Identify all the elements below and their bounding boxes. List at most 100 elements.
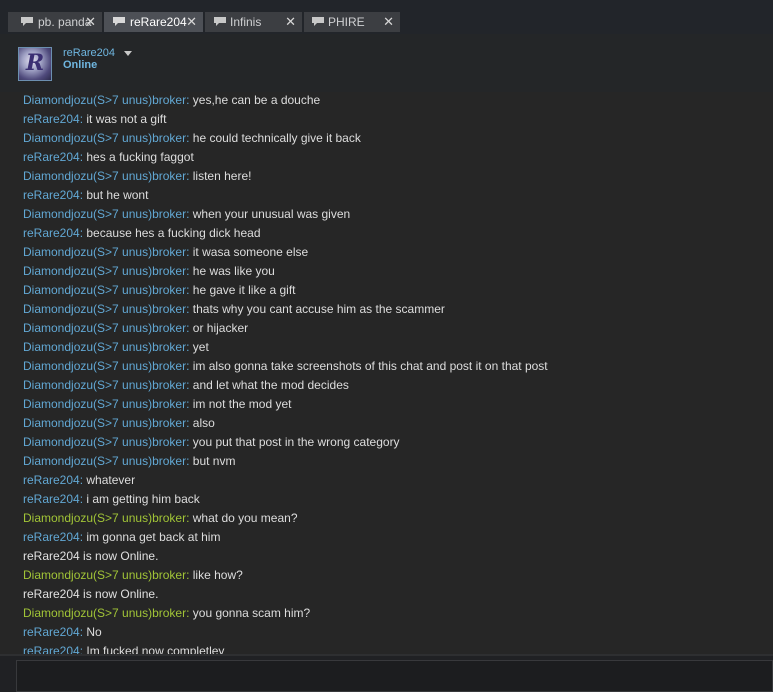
message-sender[interactable]: reRare204 bbox=[23, 644, 80, 654]
message-sender[interactable]: Diamondjozu(S>7 unus)broker bbox=[23, 169, 186, 183]
message-sender[interactable]: Diamondjozu(S>7 unus)broker bbox=[23, 606, 186, 620]
message-sender[interactable]: Diamondjozu(S>7 unus)broker bbox=[23, 207, 186, 221]
message-sender[interactable]: Diamondjozu(S>7 unus)broker bbox=[23, 302, 186, 316]
message-sender[interactable]: reRare204 bbox=[23, 226, 80, 240]
chat-message: Diamondjozu(S>7 unus)broker: you put tha… bbox=[23, 433, 400, 452]
message-sender[interactable]: Diamondjozu(S>7 unus)broker bbox=[23, 454, 186, 468]
sender-separator: : bbox=[186, 169, 193, 183]
sender-separator: : bbox=[186, 416, 193, 430]
message-sender[interactable]: Diamondjozu(S>7 unus)broker bbox=[23, 568, 186, 582]
message-sender[interactable]: Diamondjozu(S>7 unus)broker bbox=[23, 359, 186, 373]
message-sender[interactable]: Diamondjozu(S>7 unus)broker bbox=[23, 378, 186, 392]
message-sender[interactable]: Diamondjozu(S>7 unus)broker bbox=[23, 435, 186, 449]
message-text: listen here! bbox=[192, 169, 252, 183]
close-icon[interactable]: ✕ bbox=[85, 12, 96, 32]
message-sender[interactable]: Diamondjozu(S>7 unus)broker bbox=[23, 245, 186, 259]
chat-message: Diamondjozu(S>7 unus)broker: thats why y… bbox=[23, 300, 445, 319]
message-text: hes a fucking faggot bbox=[86, 150, 194, 164]
message-sender[interactable]: Diamondjozu(S>7 unus)broker bbox=[23, 283, 186, 297]
chat-message: Diamondjozu(S>7 unus)broker: yet bbox=[23, 338, 209, 357]
sender-separator: : bbox=[186, 568, 193, 582]
message-text: you gonna scam him? bbox=[192, 606, 311, 620]
message-sender[interactable]: reRare204 bbox=[23, 112, 80, 126]
chat-message: Diamondjozu(S>7 unus)broker: he could te… bbox=[23, 129, 361, 148]
tab-pb-panda[interactable]: pb. panda ✕ bbox=[8, 12, 102, 32]
sender-separator: : bbox=[186, 207, 193, 221]
message-sender[interactable]: Diamondjozu(S>7 unus)broker bbox=[23, 511, 186, 525]
tab-label: PHIRE bbox=[328, 15, 365, 29]
system-message: reRare204 is now Online. bbox=[23, 585, 158, 604]
message-sender[interactable]: reRare204 bbox=[23, 473, 80, 487]
message-text: but nvm bbox=[192, 454, 236, 468]
tab-phire[interactable]: PHIRE ✕ bbox=[304, 12, 400, 32]
message-text: yes,he can be a douche bbox=[192, 93, 321, 107]
chevron-down-icon[interactable] bbox=[124, 51, 132, 56]
sender-separator: : bbox=[186, 302, 193, 316]
message-text: like how? bbox=[192, 568, 243, 582]
message-input[interactable] bbox=[16, 660, 773, 692]
tab-rerare204[interactable]: reRare204 ✕ bbox=[104, 12, 203, 32]
message-sender[interactable]: Diamondjozu(S>7 unus)broker bbox=[23, 93, 186, 107]
tab-infinis[interactable]: Infinis ✕ bbox=[205, 12, 302, 32]
message-sender[interactable]: Diamondjozu(S>7 unus)broker bbox=[23, 416, 186, 430]
sender-separator: : bbox=[186, 321, 193, 335]
chat-bubble-icon bbox=[214, 17, 226, 26]
message-text: what do you mean? bbox=[192, 511, 298, 525]
sender-separator: : bbox=[186, 454, 193, 468]
message-sender[interactable]: reRare204 bbox=[23, 625, 80, 639]
chat-message: reRare204: but he wont bbox=[23, 186, 148, 205]
message-text: im not the mod yet bbox=[192, 397, 292, 411]
message-sender[interactable]: Diamondjozu(S>7 unus)broker bbox=[23, 264, 186, 278]
chat-bubble-icon bbox=[312, 17, 324, 26]
chat-message: Diamondjozu(S>7 unus)broker: im also gon… bbox=[23, 357, 548, 376]
tab-label: reRare204 bbox=[130, 15, 187, 29]
message-sender[interactable]: reRare204 bbox=[23, 150, 80, 164]
message-text: because hes a fucking dick head bbox=[86, 226, 261, 240]
chat-message: Diamondjozu(S>7 unus)broker: but nvm bbox=[23, 452, 235, 471]
chat-message: Diamondjozu(S>7 unus)broker: and let wha… bbox=[23, 376, 349, 395]
message-text: i am getting him back bbox=[86, 492, 200, 506]
chat-bubble-icon bbox=[21, 17, 33, 26]
sender-separator: : bbox=[186, 93, 193, 107]
chat-message: Diamondjozu(S>7 unus)broker: he was like… bbox=[23, 262, 275, 281]
message-entry-area bbox=[0, 656, 773, 692]
message-text: he was like you bbox=[192, 264, 275, 278]
message-text: you put that post in the wrong category bbox=[192, 435, 400, 449]
message-text: whatever bbox=[86, 473, 136, 487]
chat-message: reRare204: it was not a gift bbox=[23, 110, 166, 129]
chat-history[interactable]: Diamondjozu(S>7 unus)broker: yes,he can … bbox=[0, 92, 773, 654]
chat-message: reRare204: im gonna get back at him bbox=[23, 528, 220, 547]
system-message-text: reRare204 is now Online. bbox=[23, 587, 159, 601]
chat-message: Diamondjozu(S>7 unus)broker: he gave it … bbox=[23, 281, 296, 300]
chat-message: Diamondjozu(S>7 unus)broker: what do you… bbox=[23, 509, 298, 528]
chat-tab-bar: pb. panda ✕ reRare204 ✕ Infinis ✕ PHIRE … bbox=[0, 0, 773, 34]
close-icon[interactable]: ✕ bbox=[285, 12, 296, 32]
message-sender[interactable]: Diamondjozu(S>7 unus)broker bbox=[23, 321, 186, 335]
chat-message: Diamondjozu(S>7 unus)broker: or hijacker bbox=[23, 319, 248, 338]
message-text: and let what the mod decides bbox=[192, 378, 349, 392]
close-icon[interactable]: ✕ bbox=[186, 12, 197, 32]
message-sender[interactable]: Diamondjozu(S>7 unus)broker bbox=[23, 340, 186, 354]
chat-message: reRare204: hes a fucking faggot bbox=[23, 148, 194, 167]
sender-separator: : bbox=[186, 435, 193, 449]
message-text: when your unusual was given bbox=[192, 207, 351, 221]
chat-message: Diamondjozu(S>7 unus)broker: when your u… bbox=[23, 205, 350, 224]
chat-message: reRare204: No bbox=[23, 623, 102, 642]
system-message-text: reRare204 is now Online. bbox=[23, 549, 159, 563]
avatar[interactable]: R bbox=[18, 47, 52, 81]
message-sender[interactable]: Diamondjozu(S>7 unus)broker bbox=[23, 131, 186, 145]
avatar-letter: R bbox=[25, 50, 45, 76]
message-text: he gave it like a gift bbox=[192, 283, 296, 297]
message-text: thats why you cant accuse him as the sca… bbox=[192, 302, 445, 316]
chat-message: Diamondjozu(S>7 unus)broker: you gonna s… bbox=[23, 604, 310, 623]
close-icon[interactable]: ✕ bbox=[383, 12, 394, 32]
friend-name[interactable]: reRare204 bbox=[63, 47, 115, 59]
message-sender[interactable]: reRare204 bbox=[23, 530, 80, 544]
message-sender[interactable]: reRare204 bbox=[23, 188, 80, 202]
message-sender[interactable]: reRare204 bbox=[23, 492, 80, 506]
sender-separator: : bbox=[186, 511, 193, 525]
message-sender[interactable]: Diamondjozu(S>7 unus)broker bbox=[23, 397, 186, 411]
message-text: also bbox=[192, 416, 215, 430]
sender-separator: : bbox=[186, 359, 193, 373]
message-text: im gonna get back at him bbox=[86, 530, 221, 544]
